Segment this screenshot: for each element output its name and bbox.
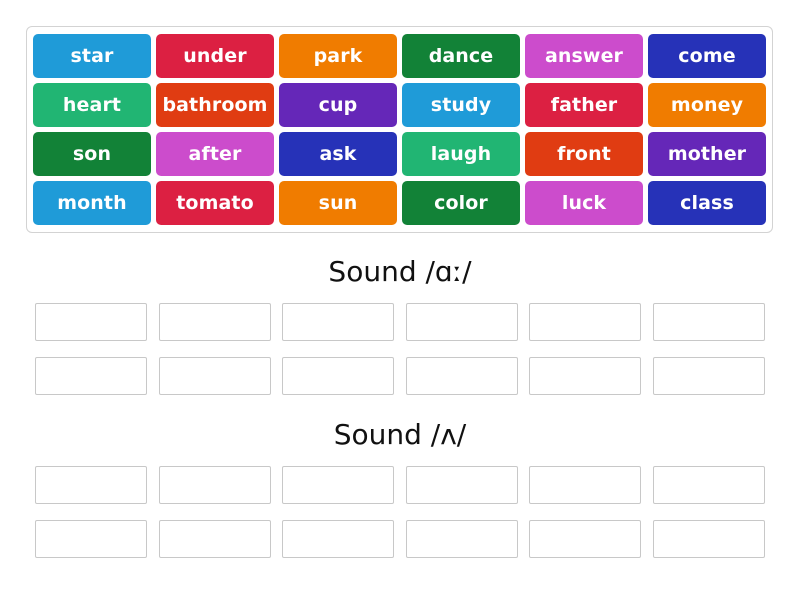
drop-slot[interactable] bbox=[652, 357, 765, 395]
drop-slot[interactable] bbox=[405, 357, 518, 395]
word-tile[interactable]: come bbox=[648, 34, 766, 78]
word-tile[interactable]: month bbox=[33, 181, 151, 225]
word-tile[interactable]: mother bbox=[648, 132, 766, 176]
word-tile[interactable]: star bbox=[33, 34, 151, 78]
word-tile[interactable]: class bbox=[648, 181, 766, 225]
drop-slot[interactable] bbox=[158, 303, 271, 341]
drop-slot[interactable] bbox=[282, 466, 395, 504]
drop-slot[interactable] bbox=[529, 303, 642, 341]
drop-slot[interactable] bbox=[652, 303, 765, 341]
drop-slot[interactable] bbox=[652, 520, 765, 558]
drop-slot[interactable] bbox=[529, 520, 642, 558]
word-tile[interactable]: father bbox=[525, 83, 643, 127]
drop-slot[interactable] bbox=[405, 303, 518, 341]
word-tile[interactable]: bathroom bbox=[156, 83, 274, 127]
category-title: Sound /ʌ/ bbox=[333, 418, 467, 451]
drop-slot[interactable] bbox=[405, 520, 518, 558]
category-section-long-a: Sound /ɑː/ bbox=[0, 252, 800, 395]
word-tile[interactable]: ask bbox=[279, 132, 397, 176]
drop-slot[interactable] bbox=[282, 520, 395, 558]
drop-slot[interactable] bbox=[35, 520, 147, 558]
category-title: Sound /ɑː/ bbox=[328, 255, 472, 288]
word-tile[interactable]: study bbox=[402, 83, 520, 127]
drop-slot[interactable] bbox=[405, 466, 518, 504]
drop-slot[interactable] bbox=[652, 466, 765, 504]
word-tile[interactable]: son bbox=[33, 132, 151, 176]
word-tile[interactable]: park bbox=[279, 34, 397, 78]
drop-slot[interactable] bbox=[529, 466, 642, 504]
word-bank-row: star under park dance answer come bbox=[33, 34, 766, 78]
category-section-short-u: Sound /ʌ/ bbox=[0, 415, 800, 558]
drop-slot[interactable] bbox=[35, 357, 147, 395]
drop-slot[interactable] bbox=[529, 357, 642, 395]
word-tile[interactable]: heart bbox=[33, 83, 151, 127]
word-tile[interactable]: color bbox=[402, 181, 520, 225]
word-tile[interactable]: tomato bbox=[156, 181, 274, 225]
drop-zone-row bbox=[35, 520, 765, 558]
word-tile[interactable]: luck bbox=[525, 181, 643, 225]
word-bank-row: son after ask laugh front mother bbox=[33, 132, 766, 176]
drop-zone-row bbox=[35, 466, 765, 504]
word-tile[interactable]: cup bbox=[279, 83, 397, 127]
drop-slot[interactable] bbox=[282, 357, 395, 395]
drop-slot[interactable] bbox=[35, 466, 147, 504]
word-tile[interactable]: answer bbox=[525, 34, 643, 78]
word-tile[interactable]: laugh bbox=[402, 132, 520, 176]
drop-slot[interactable] bbox=[158, 466, 271, 504]
drop-zone-row bbox=[35, 303, 765, 341]
group-sort-activity: star under park dance answer come heart … bbox=[0, 0, 800, 600]
word-tile[interactable]: dance bbox=[402, 34, 520, 78]
word-bank-row: heart bathroom cup study father money bbox=[33, 83, 766, 127]
word-tile[interactable]: front bbox=[525, 132, 643, 176]
word-bank: star under park dance answer come heart … bbox=[26, 26, 773, 233]
drop-slot[interactable] bbox=[35, 303, 147, 341]
drop-slot[interactable] bbox=[158, 357, 271, 395]
drop-zone-grid bbox=[0, 466, 800, 558]
drop-zone-row bbox=[35, 357, 765, 395]
word-tile[interactable]: under bbox=[156, 34, 274, 78]
drop-zone-grid bbox=[0, 303, 800, 395]
drop-slot[interactable] bbox=[282, 303, 395, 341]
word-tile[interactable]: after bbox=[156, 132, 274, 176]
word-tile[interactable]: sun bbox=[279, 181, 397, 225]
word-tile[interactable]: money bbox=[648, 83, 766, 127]
word-bank-row: month tomato sun color luck class bbox=[33, 181, 766, 225]
drop-slot[interactable] bbox=[158, 520, 271, 558]
